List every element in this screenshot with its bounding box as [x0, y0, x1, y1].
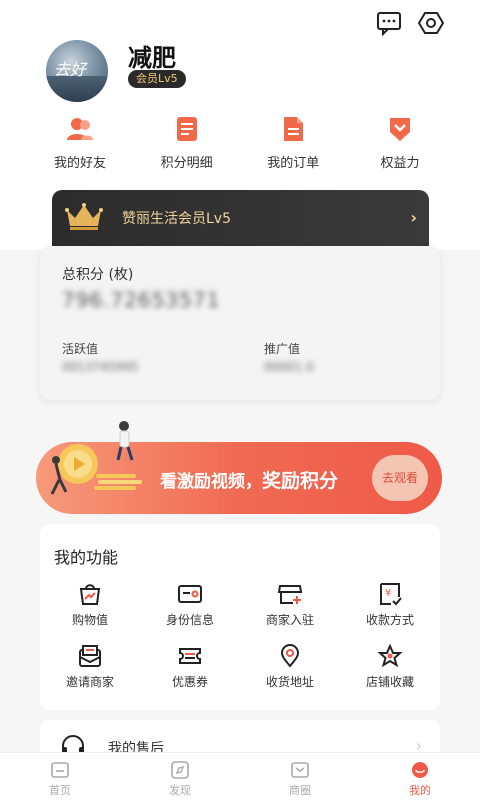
username: 减肥 [128, 44, 176, 72]
reward-text-a: 看激励视频， [160, 472, 262, 492]
message-icon[interactable] [376, 10, 402, 36]
store-favorite-icon [377, 644, 403, 668]
vip-name: 赞丽生活会员 [122, 211, 206, 227]
function-coupon[interactable]: 优惠券 [140, 644, 240, 690]
chevron-right-icon: › [410, 208, 417, 227]
function-label: 店铺收藏 [365, 675, 414, 689]
tab-label: 商圈 [289, 784, 311, 797]
reward-text-b: 奖励积分 [262, 470, 339, 492]
invite-merchant-icon [79, 645, 101, 667]
tab-discover[interactable]: 发现 [120, 753, 240, 800]
vip-title: 赞丽生活会员Lv5 [122, 208, 231, 228]
active-value: 0013745995 [62, 360, 139, 374]
quick-label: 积分明细 [160, 156, 213, 171]
function-merchant-join[interactable]: 商家入驻 [240, 582, 340, 628]
member-level-badge: 会员Lv5 [128, 70, 186, 88]
shopping-value-icon [79, 584, 101, 605]
total-points-label: 总积分 (枚) [62, 267, 134, 283]
function-label: 邀请商家 [65, 675, 114, 689]
active-value-label: 活跃值 [62, 342, 99, 356]
orders-icon [284, 117, 304, 141]
payment-method-icon: ¥ [380, 583, 402, 606]
quick-label: 我的好友 [53, 156, 106, 171]
quick-item-points-detail[interactable]: 积分明细 [137, 114, 237, 174]
watch-video-button[interactable]: 去观看 [372, 455, 428, 501]
friends-icon [67, 118, 93, 140]
function-shopping-value[interactable]: 购物值 [40, 582, 140, 628]
id-card-icon [178, 585, 202, 603]
total-points-value: 796.72653571 [62, 288, 221, 312]
reward-text: 看激励视频，奖励积分 [160, 466, 338, 493]
tab-me[interactable]: 我的 [360, 753, 480, 800]
tab-label: 我的 [409, 784, 431, 797]
reward-illustration [50, 421, 142, 495]
vip-level: Lv5 [206, 211, 231, 227]
discover-icon [171, 761, 189, 779]
profile-page: 去好 减肥 会员Lv5 我的好友 积分明细 我的订单 权益力 赞丽生活会员Lv5… [0, 0, 480, 800]
vip-membership-bar[interactable]: 赞丽生活会员Lv5 › [52, 190, 429, 246]
function-id-info[interactable]: 身份信息 [140, 582, 240, 628]
avatar[interactable]: 去好 [46, 40, 108, 102]
tab-label: 发现 [169, 784, 191, 797]
quick-item-orders[interactable]: 我的订单 [243, 114, 343, 174]
promotion-value: 00001.0 [264, 360, 314, 374]
merchant-join-icon [277, 585, 303, 604]
coupon-icon [179, 648, 201, 664]
function-label: 商家入驻 [265, 613, 314, 627]
function-label: 优惠券 [171, 675, 208, 689]
my-functions-card: 我的功能 购物值 身份信息 商家入驻 ¥ 收款方式 邀请商家 优惠券 收货地址 … [40, 524, 440, 710]
crown-icon [65, 203, 103, 230]
function-payment-method[interactable]: ¥ 收款方式 [340, 582, 440, 628]
functions-grid: 购物值 身份信息 商家入驻 ¥ 收款方式 邀请商家 优惠券 收货地址 店铺收藏 [40, 582, 440, 690]
avatar-text: 去好 [54, 60, 87, 79]
svg-text:¥: ¥ [385, 588, 391, 599]
function-invite-merchant[interactable]: 邀请商家 [40, 644, 140, 690]
points-card: 总积分 (枚) 796.72653571 活跃值 0013745995 推广值 … [40, 246, 440, 400]
functions-title: 我的功能 [54, 548, 119, 567]
quick-item-friends[interactable]: 我的好友 [30, 114, 130, 174]
me-icon [412, 762, 428, 778]
function-store-favorites[interactable]: 店铺收藏 [340, 644, 440, 690]
points-detail-icon [176, 117, 197, 141]
function-label: 购物值 [71, 613, 108, 627]
quick-item-benefits[interactable]: 权益力 [350, 114, 450, 174]
quick-actions: 我的好友 积分明细 我的订单 权益力 [30, 114, 450, 174]
function-label: 收款方式 [365, 613, 414, 627]
tab-home[interactable]: 首页 [0, 753, 120, 800]
benefits-icon [389, 118, 410, 141]
promotion-value-label: 推广值 [264, 342, 301, 356]
home-icon [51, 762, 69, 778]
function-shipping-address[interactable]: 收货地址 [240, 644, 340, 690]
quick-label: 权益力 [380, 156, 420, 171]
settings-icon[interactable] [418, 10, 444, 36]
tab-label: 首页 [49, 784, 71, 797]
quick-label: 我的订单 [267, 156, 320, 171]
business-circle-icon [291, 762, 309, 778]
bottom-tab-bar: 首页 发现 商圈 我的 [0, 752, 480, 800]
function-label: 身份信息 [165, 613, 214, 627]
function-label: 收货地址 [265, 675, 314, 689]
tab-business-circle[interactable]: 商圈 [240, 753, 360, 800]
location-icon [280, 644, 300, 668]
